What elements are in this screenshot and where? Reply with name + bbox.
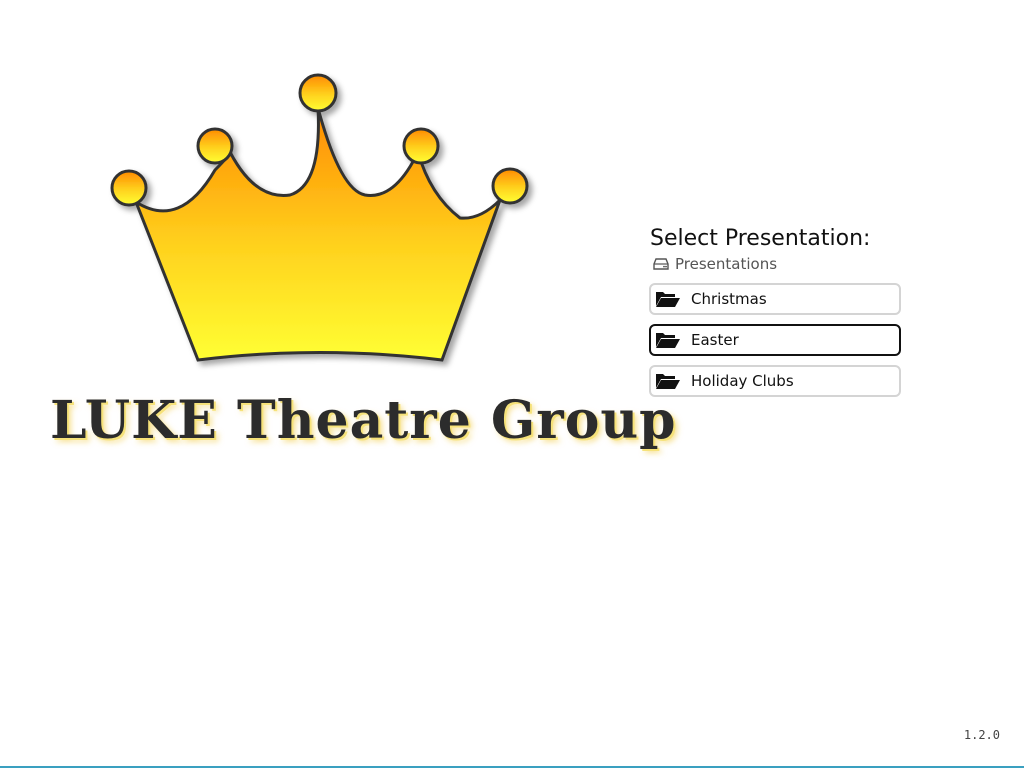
app-screen: LUKE Theatre Group Select Presentation: … (0, 0, 1024, 768)
folder-button-holiday-clubs[interactable]: Holiday Clubs (649, 365, 901, 397)
drive-icon (653, 257, 669, 271)
folder-label: Easter (691, 331, 739, 349)
folder-button-easter[interactable]: Easter (649, 324, 901, 356)
crown-icon (110, 73, 529, 362)
logo-text: LUKE Theatre Group (50, 390, 677, 451)
folder-label: Christmas (691, 290, 767, 308)
folder-button-christmas[interactable]: Christmas (649, 283, 901, 315)
folder-open-icon (655, 372, 681, 390)
breadcrumb-label: Presentations (675, 255, 778, 273)
folder-list: Christmas Easter Holiday Clubs (649, 283, 901, 397)
version-label: 1.2.0 (963, 728, 1000, 742)
folder-label: Holiday Clubs (691, 372, 794, 390)
logo: LUKE Theatre Group (40, 60, 677, 480)
selector-title: Select Presentation: (650, 226, 871, 251)
folder-open-icon (655, 290, 681, 308)
folder-open-icon (655, 331, 681, 349)
presentation-selector: Select Presentation: Presentations Chris… (649, 226, 901, 397)
breadcrumb[interactable]: Presentations (653, 253, 901, 275)
